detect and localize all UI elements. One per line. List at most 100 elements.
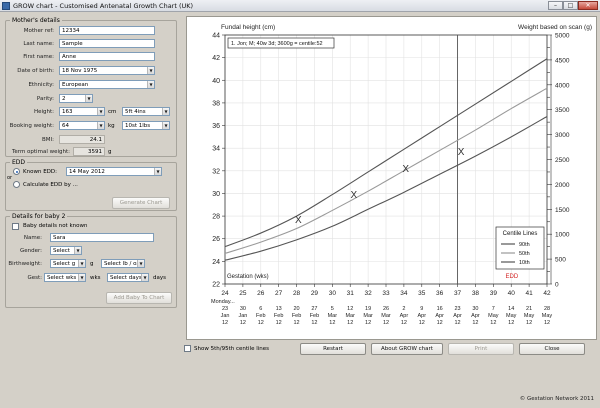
y2-tick-label: 2000 — [555, 182, 570, 189]
first-name-input[interactable]: Anne — [59, 52, 155, 61]
chevron-down-icon: ▼ — [162, 122, 169, 129]
gestation-weeks-select[interactable]: Select wks ▼ — [44, 273, 86, 282]
x-tick-label: 29 — [311, 290, 319, 297]
generate-chart-button[interactable]: Generate Chart — [112, 197, 170, 209]
baby-details-legend: Details for baby 2 — [12, 213, 66, 220]
birthweight-select[interactable]: Select g ▼ — [50, 259, 86, 268]
y2-tick-label: 500 — [555, 257, 566, 264]
booking-weight-imperial-select[interactable]: 10st 1lbs ▼ — [122, 121, 170, 130]
mother-ref-input[interactable]: 12334 — [59, 26, 155, 35]
date-label: 28 — [544, 306, 550, 312]
gender-value: Select — [53, 248, 70, 254]
y-tick-label: 38 — [212, 100, 220, 107]
x-tick-label: 28 — [293, 290, 301, 297]
chevron-down-icon: ▼ — [137, 260, 144, 267]
date-label: 12 — [311, 320, 317, 326]
chevron-down-icon: ▼ — [147, 67, 154, 74]
term-optimal-weight-value: 3591 — [73, 147, 105, 156]
edd-label: EDD — [506, 274, 519, 280]
chevron-down-icon: ▼ — [78, 260, 85, 267]
date-label: Feb — [292, 313, 301, 319]
date-label: Feb — [274, 313, 283, 319]
x-tick-label: 24 — [221, 290, 229, 297]
booking-weight-select[interactable]: 64 ▼ — [59, 121, 105, 130]
date-label: 12 — [293, 320, 299, 326]
x-axis-title: Gestation (wks) — [227, 274, 269, 280]
gestation-weeks-value: Select wks — [47, 275, 77, 281]
x-tick-label: 26 — [257, 290, 265, 297]
gender-select[interactable]: Select ▼ — [50, 246, 82, 255]
first-name-label: First name: — [23, 54, 54, 60]
dob-select[interactable]: 18 Nov 1975 ▼ — [59, 66, 155, 75]
date-label: Mar — [381, 313, 391, 319]
minimize-icon[interactable]: – — [548, 1, 563, 10]
chevron-down-icon: ▼ — [147, 81, 154, 88]
ethnicity-select[interactable]: European ▼ — [59, 80, 155, 89]
title-bar: GROW chart - Customised Antenatal Growth… — [0, 0, 600, 12]
date-label: Jan — [221, 313, 230, 319]
baby-unknown-label: Baby details not known — [23, 223, 88, 229]
about-grow-button[interactable]: About GROW chart — [371, 343, 443, 355]
parity-value: 2 — [62, 96, 66, 102]
birthweight-unit: g — [90, 261, 94, 267]
date-label: 21 — [526, 306, 532, 312]
height-imperial-value: 5ft 4ins — [125, 109, 146, 115]
date-label: 9 — [420, 306, 423, 312]
date-label: 2 — [402, 306, 405, 312]
calculate-edd-radio[interactable] — [13, 181, 20, 188]
known-edd-radio[interactable] — [13, 168, 20, 175]
x-tick-label: 35 — [418, 290, 426, 297]
baby-name-input[interactable]: Sara — [50, 233, 154, 242]
date-label: 12 — [437, 320, 443, 326]
y-tick-label: 42 — [212, 55, 220, 62]
date-label: 20 — [293, 306, 299, 312]
y2-tick-label: 3500 — [555, 107, 570, 114]
known-edd-label: Known EDD: — [23, 169, 57, 175]
date-label: 12 — [454, 320, 460, 326]
chevron-down-icon: ▼ — [74, 247, 81, 254]
birthweight-imperial-select[interactable]: Select lb / oz ▼ — [101, 259, 145, 268]
date-label: 19 — [365, 306, 371, 312]
last-name-input[interactable]: Sample — [59, 39, 155, 48]
height-unit: cm — [108, 109, 117, 115]
x-tick-label: 41 — [525, 290, 533, 297]
x-tick-label: 30 — [329, 290, 337, 297]
baby-unknown-checkbox[interactable] — [12, 223, 19, 230]
show-centile-label: Show 5th/95th centile lines — [194, 346, 270, 352]
date-label: 12 — [258, 320, 264, 326]
mother-ref-label: Mother ref: — [23, 28, 54, 34]
birthweight-label: Birthweight: — [8, 261, 42, 267]
legend-title: Centile Lines — [503, 231, 538, 237]
known-edd-value: 14 May 2012 — [69, 169, 105, 175]
bmi-label: BMI: — [42, 137, 54, 143]
legend-label: 50th — [519, 251, 530, 257]
x-tick-label: 37 — [454, 290, 462, 297]
y-axis-title: Fundal height (cm) — [221, 24, 275, 31]
close-icon[interactable]: ✕ — [578, 1, 598, 10]
edd-legend: EDD — [12, 159, 26, 166]
height-select[interactable]: 163 ▼ — [59, 107, 105, 116]
date-label: 12 — [526, 320, 532, 326]
x-tick-label: 36 — [436, 290, 444, 297]
show-centile-checkbox[interactable] — [184, 345, 191, 352]
parity-label: Parity: — [36, 96, 54, 102]
gestation-days-select[interactable]: Select days ▼ — [107, 273, 149, 282]
close-button[interactable]: Close — [519, 343, 585, 355]
date-label: 23 — [454, 306, 460, 312]
maximize-icon[interactable]: □ — [563, 1, 578, 10]
date-label: Mar — [363, 313, 373, 319]
parity-select[interactable]: 2 ▼ — [59, 94, 93, 103]
add-baby-button[interactable]: Add Baby To Chart — [106, 292, 172, 304]
date-label: Apr — [417, 313, 426, 319]
date-label: 12 — [508, 320, 514, 326]
date-label: 12 — [222, 320, 228, 326]
print-button[interactable]: Print — [448, 343, 514, 355]
date-label: 23 — [222, 306, 228, 312]
height-imperial-select[interactable]: 5ft 4ins ▼ — [122, 107, 170, 116]
restart-button[interactable]: Restart — [300, 343, 366, 355]
known-edd-select[interactable]: 14 May 2012 ▼ — [66, 167, 162, 176]
y-tick-label: 34 — [212, 146, 220, 153]
y2-tick-label: 4500 — [555, 57, 570, 64]
y2-tick-label: 1000 — [555, 232, 570, 239]
date-label: 5 — [331, 306, 334, 312]
